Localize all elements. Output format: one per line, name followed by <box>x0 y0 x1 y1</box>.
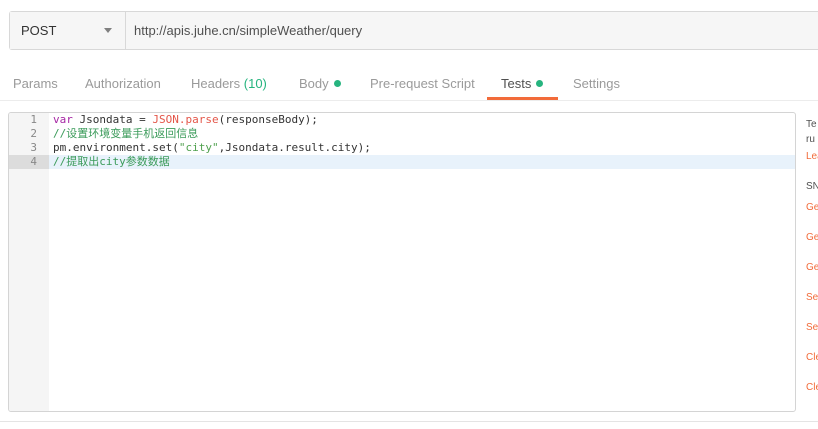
snippet-link[interactable]: Cle <box>806 352 818 363</box>
code-line[interactable]: //提取出city参数数据 <box>53 155 170 169</box>
tab-settings[interactable]: Settings <box>573 76 620 91</box>
headers-count-badge: (10) <box>243 76 267 91</box>
tab-label: Tests <box>501 76 532 91</box>
code-token: JSON.parse <box>152 113 219 126</box>
tab-authorization[interactable]: Authorization <box>85 76 161 91</box>
request-tabs: Params Authorization Headers (10) Body P… <box>0 64 818 101</box>
tab-params[interactable]: Params <box>13 76 58 91</box>
tab-label: Body <box>299 76 329 91</box>
code-token: (responseBody); <box>218 113 318 126</box>
snippet-link[interactable]: Se <box>806 292 818 303</box>
snippet-link[interactable]: Ge <box>806 262 818 273</box>
tab-label: Settings <box>573 76 620 91</box>
code-token: var <box>53 113 73 126</box>
tab-label: Pre-request Script <box>370 76 475 91</box>
status-dot-icon <box>536 80 544 87</box>
code-comment: //提取出city参数数据 <box>53 155 170 168</box>
snippets-heading: SN <box>806 181 818 192</box>
method-label: POST <box>21 23 57 38</box>
status-dot-icon <box>333 80 341 87</box>
code-line[interactable]: pm.environment.set("city",Jsondata.resul… <box>53 141 371 155</box>
tab-label: Authorization <box>85 76 161 91</box>
sidebar-description: Te <box>806 119 817 130</box>
line-number: 1 <box>30 113 37 126</box>
code-editor[interactable]: 1 2 3 4 var Jsondata = JSON.parse(respon… <box>8 112 796 412</box>
tab-body[interactable]: Body <box>299 76 341 91</box>
code-token: ,Jsondata.result.city); <box>218 141 371 154</box>
tab-tests[interactable]: Tests <box>501 76 544 91</box>
snippet-link[interactable]: Ge <box>806 202 818 213</box>
active-tab-indicator <box>487 97 558 100</box>
sidebar-description: ru <box>806 134 815 145</box>
learn-more-link[interactable]: Lea <box>806 151 818 162</box>
tab-pre-request-script[interactable]: Pre-request Script <box>370 76 475 91</box>
code-token: pm.environment.set( <box>53 141 179 154</box>
request-bar: POST <box>9 11 818 50</box>
line-number: 4 <box>30 155 37 168</box>
method-select[interactable]: POST <box>10 12 126 49</box>
code-line[interactable]: var Jsondata = JSON.parse(responseBody); <box>53 113 318 127</box>
tab-headers[interactable]: Headers (10) <box>191 76 267 91</box>
code-comment: //设置环境变量手机返回信息 <box>53 127 199 140</box>
url-input[interactable]: http://apis.juhe.cn/simpleWeather/query <box>134 23 362 38</box>
code-string: "city" <box>178 141 219 154</box>
code-token: Jsondata = <box>72 113 153 126</box>
snippet-link[interactable]: Cle <box>806 382 818 393</box>
tab-label: Headers <box>191 76 241 91</box>
line-number: 2 <box>30 127 37 140</box>
snippet-link[interactable]: Ge <box>806 232 818 243</box>
tab-label: Params <box>13 76 58 91</box>
divider <box>0 421 818 422</box>
code-line[interactable]: //设置环境变量手机返回信息 <box>53 127 198 141</box>
snippet-link[interactable]: Se <box>806 322 818 333</box>
line-number: 3 <box>30 141 37 154</box>
chevron-down-icon <box>104 28 112 33</box>
